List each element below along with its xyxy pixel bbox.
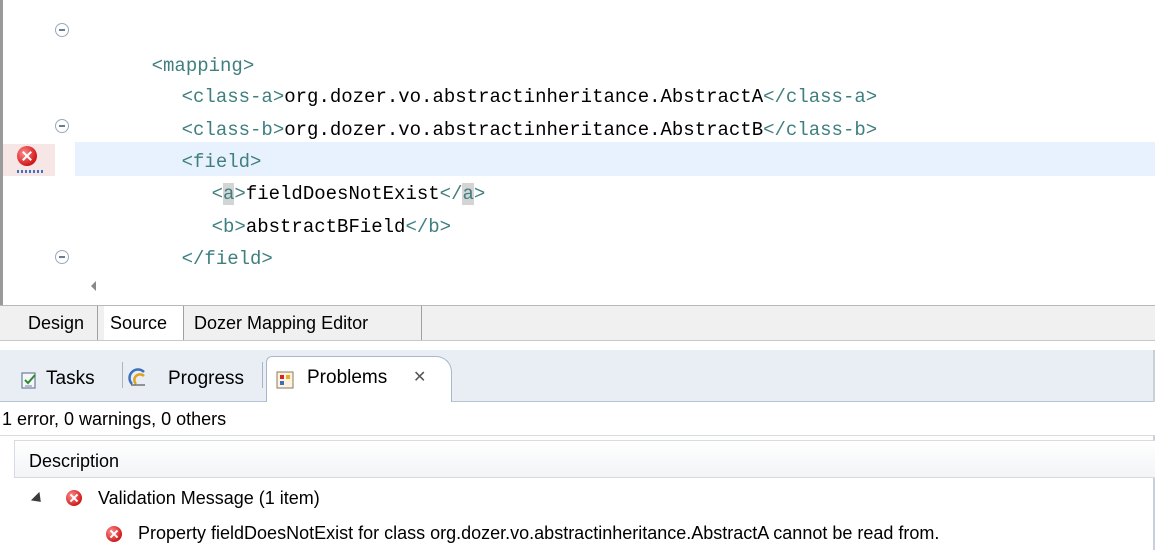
expand-collapse-icon[interactable] <box>30 491 46 507</box>
tab-dozer-mapping-editor[interactable]: Dozer Mapping Editor <box>188 306 422 340</box>
tab-progress[interactable]: Progress <box>126 358 260 400</box>
problems-icon <box>276 371 294 389</box>
tab-tasks-label: Tasks <box>46 368 95 389</box>
tab-tasks[interactable]: Tasks <box>16 358 120 400</box>
code-line-5[interactable]: <a>fieldDoesNotExist</a> <box>166 143 485 205</box>
tab-progress-label: Progress <box>168 368 245 389</box>
editor-ruler <box>3 0 55 275</box>
xml-source-editor[interactable]: <mapping> <class-a>org.dozer.vo.abstract… <box>0 0 1155 305</box>
tab-design[interactable]: Design <box>22 306 98 340</box>
scroll-left-icon[interactable] <box>91 281 96 291</box>
code-line-2[interactable]: <class-a>org.dozer.vo.abstractinheritanc… <box>136 46 878 108</box>
problem-item[interactable]: Property fieldDoesNotExist for class org… <box>138 516 939 550</box>
code-line-1[interactable]: <mapping> <box>106 15 255 77</box>
tab-separator <box>122 362 123 388</box>
matching-tag-highlight: a <box>462 183 474 205</box>
collapse-icon[interactable] <box>55 250 69 264</box>
problems-summary: 1 error, 0 warnings, 0 others <box>0 402 1155 436</box>
error-icon <box>106 526 122 542</box>
tab-source[interactable]: Source <box>104 306 184 340</box>
code-line-4[interactable]: <field> <box>136 111 262 173</box>
tasks-icon <box>21 372 36 389</box>
collapse-icon[interactable] <box>55 119 69 133</box>
code-line-7[interactable]: </field> <box>136 208 273 270</box>
horizontal-scrollbar[interactable] <box>55 276 1155 298</box>
close-icon[interactable]: ✕ <box>413 357 426 399</box>
tab-separator <box>262 362 263 388</box>
collapse-icon[interactable] <box>55 23 69 37</box>
column-header-description[interactable]: Description <box>14 440 1155 478</box>
code-line-8[interactable]: <field-exclude> <box>136 241 353 303</box>
tab-problems-label: Problems <box>307 367 388 388</box>
code-line-3[interactable]: <class-b>org.dozer.vo.abstractinheritanc… <box>136 79 878 141</box>
code-line-6[interactable]: <b>abstractBField</b> <box>166 176 451 238</box>
error-underline <box>17 170 43 173</box>
editor-page-tabs: Design Source Dozer Mapping Editor <box>0 305 1155 341</box>
progress-icon <box>128 368 145 386</box>
error-icon <box>66 490 82 506</box>
tab-problems[interactable]: Problems ✕ <box>266 356 452 402</box>
error-icon[interactable] <box>17 146 37 166</box>
view-tab-bar: Tasks Progress Problems ✕ <box>0 350 1155 402</box>
tree-group-validation-message[interactable]: Validation Message (1 item) <box>98 481 320 515</box>
